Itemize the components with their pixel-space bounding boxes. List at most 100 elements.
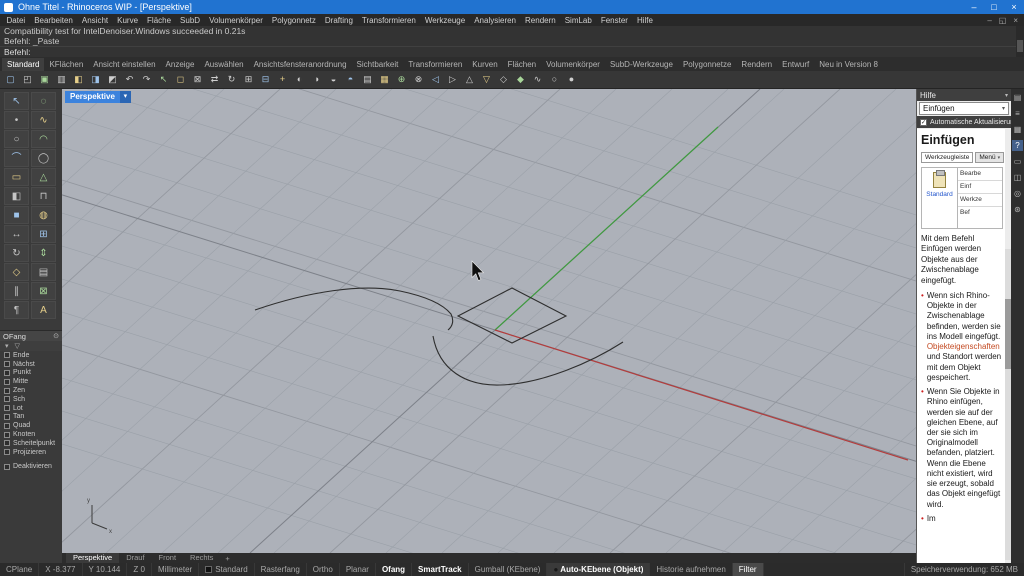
sphere-icon[interactable]: ● <box>564 72 579 87</box>
properties-panel-icon[interactable]: ▤ <box>1012 92 1023 103</box>
checkbox-icon[interactable] <box>4 387 10 394</box>
join-icon[interactable]: ◇ <box>496 72 511 87</box>
minimize-button[interactable]: – <box>964 0 984 14</box>
viewport-canvas[interactable]: y x <box>62 89 916 553</box>
zoom-extents-icon[interactable]: ⊟ <box>258 72 273 87</box>
surface-tool-icon[interactable]: ◧ <box>4 187 29 205</box>
toolbar-tab[interactable]: Entwurf <box>777 58 814 71</box>
grid-snap-toggle[interactable]: Rasterfang <box>255 563 307 576</box>
planar-toggle[interactable]: Planar <box>340 563 376 576</box>
layer-selector[interactable]: Standard <box>199 563 255 576</box>
osnap-checkbox-row[interactable]: Zen <box>0 386 62 395</box>
split-icon[interactable]: ▽ <box>479 72 494 87</box>
select-arrow-icon[interactable]: ↖ <box>4 92 29 110</box>
cplane-selector[interactable]: CPlane <box>0 563 40 576</box>
command-scrollbar[interactable] <box>1016 26 1024 57</box>
fillet-tool-icon[interactable]: ◇ <box>4 263 29 281</box>
viewport-tab[interactable]: Perspektive <box>66 553 120 563</box>
auto-update-row[interactable]: ✓ Automatische Aktualisierung <box>917 116 1011 128</box>
zoom-window-icon[interactable]: ⊞ <box>241 72 256 87</box>
copy-icon[interactable]: ◨ <box>88 72 103 87</box>
toolbar-tab[interactable]: Polygonnetze <box>678 58 736 71</box>
redo-icon[interactable]: ↷ <box>139 72 154 87</box>
circle-tool-icon[interactable]: ○ <box>4 130 29 148</box>
layer-tool-icon[interactable]: ▤ <box>31 263 56 281</box>
sphere-tool-icon[interactable]: ◍ <box>31 206 56 224</box>
osnap-checkbox-row[interactable]: Ende <box>0 351 62 360</box>
viewport-title-tab[interactable]: Perspektive ▾ <box>65 91 131 103</box>
menu-item[interactable]: Polygonnetz <box>267 16 320 25</box>
array-tool-icon[interactable]: ⊞ <box>31 225 56 243</box>
array-icon[interactable]: ▷ <box>445 72 460 87</box>
osnap-checkbox-row[interactable]: Tan <box>0 413 62 422</box>
print-icon[interactable]: ▥ <box>54 72 69 87</box>
child-close-button[interactable]: × <box>1013 16 1018 25</box>
cut-icon[interactable]: ◧ <box>71 72 86 87</box>
pan-icon[interactable]: + <box>275 72 290 87</box>
ghosted-view-icon[interactable]: ◓ <box>343 72 358 87</box>
menu-item[interactable]: Analysieren <box>470 16 521 25</box>
offset-tool-icon[interactable]: ∥ <box>4 282 29 300</box>
checkbox-icon[interactable] <box>4 431 10 438</box>
menu-item[interactable]: SubD <box>176 16 205 25</box>
checkbox-icon[interactable] <box>4 396 10 403</box>
polygon-tool-icon[interactable]: △ <box>31 168 56 186</box>
help-menu-icon[interactable]: ▾ <box>1005 92 1008 99</box>
osnap-panel-header[interactable]: OFang ⊙ <box>0 330 62 341</box>
checkbox-icon[interactable] <box>4 449 10 456</box>
chevron-down-icon[interactable]: ▾ <box>5 342 9 350</box>
explode-icon[interactable]: ◆ <box>513 72 528 87</box>
settings-panel-icon[interactable]: ⊛ <box>1012 204 1023 215</box>
properties-icon[interactable]: ▦ <box>377 72 392 87</box>
record-history-toggle[interactable]: Historie aufnehmen <box>650 563 733 576</box>
menu-item[interactable]: Kurve <box>113 16 143 25</box>
maximize-button[interactable]: □ <box>984 0 1004 14</box>
menu-item[interactable]: Bearbeiten <box>30 16 78 25</box>
move-tool-icon[interactable]: ↔ <box>4 225 29 243</box>
osnap-checkbox-row[interactable]: Projizieren <box>0 448 62 457</box>
ellipse-tool-icon[interactable]: ◯ <box>31 149 56 167</box>
trim-icon[interactable]: △ <box>462 72 477 87</box>
open-file-icon[interactable]: ◰ <box>20 72 35 87</box>
point-tool-icon[interactable]: • <box>4 111 29 129</box>
osnap-checkbox-row[interactable]: Knoten <box>0 430 62 439</box>
viewport-menu-caret-icon[interactable]: ▾ <box>119 91 131 103</box>
checkbox-icon[interactable] <box>4 413 10 420</box>
toolbar-tab[interactable]: KFlächen <box>44 58 88 71</box>
auto-cplane-toggle[interactable]: ● Auto-KEbene (Objekt) <box>547 563 651 576</box>
trim-tool-icon[interactable]: ⊠ <box>31 282 56 300</box>
help-search-input[interactable]: Einfügen ▾ <box>919 102 1009 115</box>
rendering-panel-icon[interactable]: ◎ <box>1012 188 1023 199</box>
osnap-checkbox-row[interactable]: Scheitelpunkt <box>0 439 62 448</box>
checkbox-icon[interactable] <box>4 463 10 470</box>
toolbar-tab[interactable]: Ansicht einstellen <box>88 58 160 71</box>
layers-icon[interactable]: ▤ <box>360 72 375 87</box>
search-dropdown-icon[interactable]: ▾ <box>1002 105 1005 112</box>
menu-item[interactable]: SimLab <box>560 16 596 25</box>
layers-panel-icon[interactable]: ≡ <box>1012 108 1023 119</box>
toolbar-tab[interactable]: Ansichtsfensteranordnung <box>249 58 352 71</box>
wireframe-view-icon[interactable]: ◑ <box>309 72 324 87</box>
freeform-curve-icon[interactable]: ⌒ <box>4 149 29 167</box>
shaded-view-icon[interactable]: ◐ <box>292 72 307 87</box>
gear-icon[interactable]: ⊙ <box>53 332 59 340</box>
delete-icon[interactable]: ⊠ <box>190 72 205 87</box>
viewport-tab[interactable]: Drauf <box>119 553 151 563</box>
osnap-checkbox-row[interactable]: Nächst <box>0 360 62 369</box>
command-scrollbar-thumb[interactable] <box>1017 40 1023 52</box>
undo-icon[interactable]: ↶ <box>122 72 137 87</box>
object-properties-link[interactable]: Objekteigenschaften <box>927 342 1000 351</box>
menu-item[interactable]: Drafting <box>320 16 357 25</box>
gumball-toggle[interactable]: Gumball (KEbene) <box>469 563 548 576</box>
toolbar-tab[interactable]: Auswählen <box>199 58 248 71</box>
checkbox-icon[interactable] <box>4 422 10 429</box>
smarttrack-toggle[interactable]: SmartTrack <box>412 563 469 576</box>
rectangle-tool-icon[interactable]: ▭ <box>4 168 29 186</box>
toolbar-tab[interactable]: Transformieren <box>403 58 467 71</box>
osnap-disable-row[interactable]: Deaktivieren <box>0 463 62 472</box>
auto-update-checkbox[interactable]: ✓ <box>920 118 927 126</box>
viewport-title[interactable]: Perspektive <box>65 91 120 103</box>
display-panel-icon[interactable]: ▦ <box>1012 124 1023 135</box>
save-icon[interactable]: ▣ <box>37 72 52 87</box>
checkbox-icon[interactable] <box>4 378 10 385</box>
